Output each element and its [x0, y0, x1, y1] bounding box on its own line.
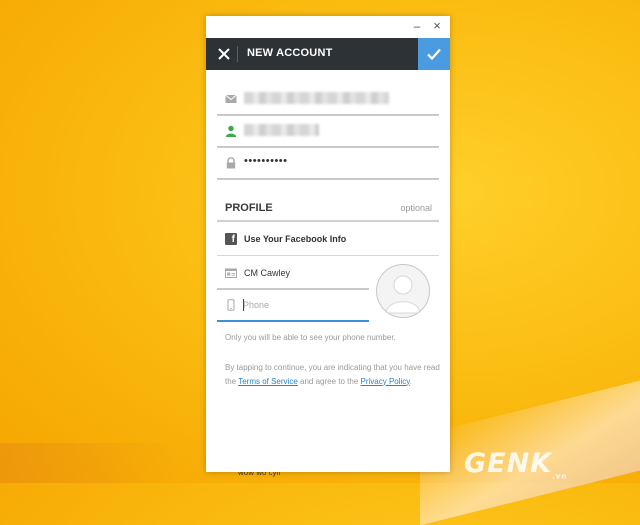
id-card-icon: [225, 268, 237, 278]
genk-watermark-logo: GENK.vn: [464, 448, 567, 480]
window-close-button[interactable]: ×: [430, 19, 444, 33]
page-title: NEW ACCOUNT: [247, 47, 333, 59]
envelope-icon: [225, 94, 237, 103]
terms-of-service-link[interactable]: Terms of Service: [238, 377, 298, 386]
text-caret: [243, 299, 244, 311]
terms-text-after: .: [409, 376, 412, 386]
facebook-info-button[interactable]: f Use Your Facebook Info: [217, 223, 439, 256]
phone-icon: [227, 299, 235, 311]
email-field[interactable]: [217, 82, 439, 116]
minimize-button[interactable]: –: [410, 19, 424, 33]
close-icon[interactable]: [214, 44, 234, 64]
terms-text: By tapping to continue, you are indicati…: [225, 361, 440, 388]
optional-label: optional: [400, 203, 432, 213]
name-field[interactable]: CM Cawley: [217, 258, 369, 290]
avatar-placeholder-icon: [385, 275, 421, 314]
checkmark-icon: [427, 48, 441, 61]
user-icon: [225, 125, 237, 137]
name-value: CM Cawley: [244, 268, 291, 278]
facebook-icon: f: [225, 233, 237, 245]
profile-section-header: PROFILE optional: [217, 198, 439, 222]
window-titlebar: – ×: [206, 16, 450, 38]
phone-privacy-note: Only you will be able to see your phone …: [225, 333, 396, 342]
app-window: – × NEW ACCOUNT •••••••••• PROFILE optio…: [206, 16, 450, 472]
wallpaper-streak-left: [0, 443, 180, 483]
header-bar: NEW ACCOUNT: [206, 38, 450, 70]
phone-field[interactable]: [217, 290, 369, 322]
avatar[interactable]: [376, 264, 430, 318]
terms-text-middle: and agree to the: [297, 376, 361, 386]
facebook-label: Use Your Facebook Info: [244, 234, 347, 244]
email-value-blurred: [244, 92, 389, 104]
section-title: PROFILE: [225, 202, 273, 214]
username-value-blurred: [244, 124, 319, 136]
username-field[interactable]: [217, 114, 439, 148]
header-divider: [237, 46, 238, 62]
phone-input[interactable]: [243, 296, 363, 314]
password-value: ••••••••••: [244, 155, 288, 167]
confirm-button[interactable]: [418, 38, 450, 70]
lock-icon: [226, 157, 236, 169]
privacy-policy-link[interactable]: Privacy Policy: [361, 377, 410, 386]
password-field[interactable]: ••••••••••: [217, 146, 439, 180]
watermark-text: GENK: [464, 448, 553, 479]
watermark-suffix: .vn: [552, 472, 568, 481]
